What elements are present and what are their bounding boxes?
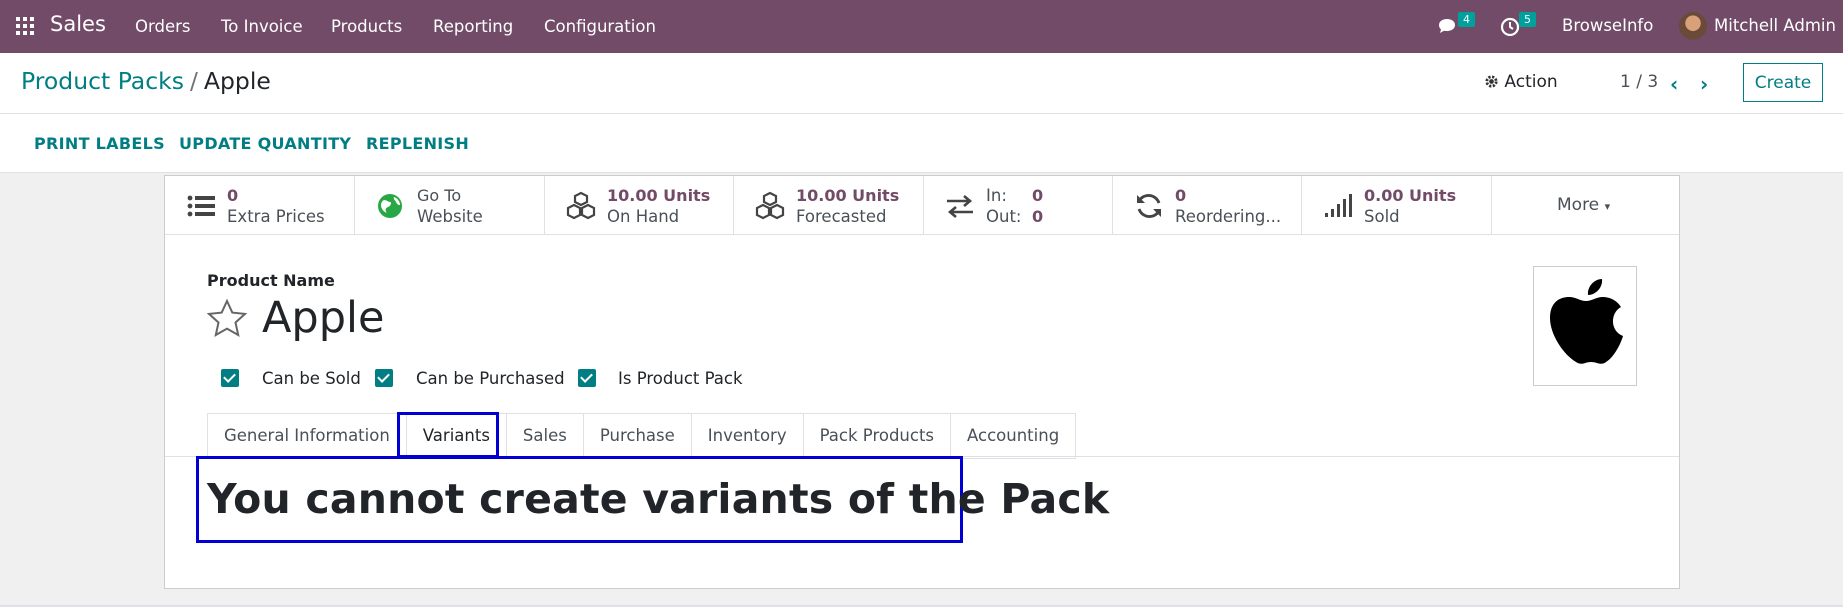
chevron-left-icon[interactable]: ‹ [1670, 72, 1678, 96]
is-product-pack-label: Is Product Pack [618, 369, 743, 388]
on-hand-button[interactable]: 10.00 Units On Hand [545, 176, 734, 234]
in-label: In: [986, 186, 1007, 205]
forecasted-button[interactable]: 10.00 Units Forecasted [734, 176, 924, 234]
apple-logo-icon [1550, 279, 1623, 364]
sold-button[interactable]: 0.00 Units Sold [1302, 176, 1492, 234]
chevron-right-icon[interactable]: › [1700, 72, 1708, 96]
product-name[interactable]: Apple [262, 293, 384, 343]
tab-accounting[interactable]: Accounting [950, 413, 1077, 459]
signal-icon [1325, 194, 1352, 217]
menu-configuration[interactable]: Configuration [544, 17, 656, 36]
tab-inventory[interactable]: Inventory [690, 413, 803, 459]
sold-value: 0.00 Units [1364, 186, 1457, 205]
can-be-purchased-checkbox[interactable] [375, 369, 393, 387]
list-icon [187, 195, 215, 217]
chat-icon[interactable] [1437, 17, 1459, 37]
gear-icon [1485, 75, 1498, 88]
product-name-label: Product Name [207, 271, 335, 290]
replenish-button[interactable]: REPLENISH [366, 134, 469, 153]
star-icon[interactable] [207, 299, 247, 337]
notebook-tabs: General Information Variants Sales Purch… [207, 413, 1077, 461]
top-navbar: Sales Orders To Invoice Products Reporti… [0, 0, 1843, 53]
menu-products[interactable]: Products [331, 17, 402, 36]
sold-label: Sold [1364, 207, 1400, 226]
go-to-website-button[interactable]: Go To Website [355, 176, 545, 234]
more-button[interactable]: More ▾ [1492, 176, 1679, 234]
menu-to-invoice[interactable]: To Invoice [221, 17, 303, 36]
extra-prices-value: 0 [227, 186, 239, 205]
reordering-label: Reordering... [1175, 207, 1282, 226]
smart-buttons: 0 Extra Prices Go To Website 10.00 Units… [165, 176, 1679, 235]
tab-sales[interactable]: Sales [505, 413, 583, 459]
app-name[interactable]: Sales [50, 12, 106, 36]
can-be-sold-checkbox[interactable] [221, 369, 239, 387]
breadcrumb-current: Apple [203, 67, 271, 95]
create-button[interactable]: Create [1743, 63, 1823, 102]
tab-general-information[interactable]: General Information [207, 413, 406, 459]
apps-grid-icon[interactable] [16, 17, 34, 35]
extra-prices-label: Extra Prices [227, 207, 325, 226]
tab-pack-products[interactable]: Pack Products [802, 413, 951, 459]
refresh-icon [1137, 194, 1161, 218]
product-image[interactable] [1533, 266, 1637, 386]
user-menu[interactable]: Mitchell Admin [1714, 16, 1836, 35]
user-avatar[interactable] [1679, 12, 1707, 40]
can-be-sold-label: Can be Sold [262, 369, 361, 388]
action-label: Action [1504, 72, 1558, 92]
forecasted-value: 10.00 Units [796, 186, 900, 205]
control-panel: Product Packs / Apple Action 1 / 3 ‹ › Cre… [0, 53, 1843, 114]
globe-icon [378, 194, 402, 218]
messages-badge: 4 [1458, 12, 1475, 27]
on-hand-value: 10.00 Units [607, 186, 711, 205]
breadcrumb-separator: / [190, 67, 198, 95]
company-switcher[interactable]: BrowseInfo [1562, 16, 1653, 35]
forecasted-label: Forecasted [796, 207, 887, 226]
menu-orders[interactable]: Orders [135, 17, 191, 36]
tab-purchase[interactable]: Purchase [582, 413, 691, 459]
action-menu-button[interactable]: Action [1484, 72, 1558, 92]
out-label: Out: [986, 207, 1022, 226]
menu-reporting[interactable]: Reporting [433, 17, 513, 36]
can-be-purchased-label: Can be Purchased [416, 369, 565, 388]
reordering-button[interactable]: 0 Reordering... [1113, 176, 1302, 234]
statusbar: PRINT LABELS UPDATE QUANTITY REPLENISH [0, 114, 1843, 173]
exchange-icon [947, 195, 973, 218]
cubes-icon [566, 191, 596, 220]
website-value: Go To [417, 186, 462, 205]
variants-tab-highlight [397, 412, 499, 458]
activities-badge: 5 [1519, 12, 1536, 27]
pager-value[interactable]: 1 / 3 [1620, 72, 1658, 92]
is-product-pack-checkbox[interactable] [578, 369, 596, 387]
in-out-button[interactable]: In: 0 Out: 0 [924, 176, 1113, 234]
update-quantity-button[interactable]: UPDATE QUANTITY [179, 134, 351, 153]
variants-warning-message: You cannot create variants of the Pack [207, 475, 1110, 523]
more-label: More ▾ [1557, 195, 1611, 215]
website-label: Website [417, 207, 483, 226]
breadcrumb: Product Packs / Apple [21, 67, 271, 95]
form-sheet: 0 Extra Prices Go To Website 10.00 Units… [164, 175, 1680, 589]
out-value: 0 [1032, 207, 1044, 226]
reordering-value: 0 [1175, 186, 1187, 205]
breadcrumb-product-packs[interactable]: Product Packs [21, 67, 184, 95]
extra-prices-button[interactable]: 0 Extra Prices [165, 176, 355, 234]
on-hand-label: On Hand [607, 207, 680, 226]
in-value: 0 [1032, 186, 1044, 205]
clock-icon[interactable] [1500, 17, 1520, 37]
cubes-icon [755, 191, 785, 220]
print-labels-button[interactable]: PRINT LABELS [34, 134, 165, 153]
